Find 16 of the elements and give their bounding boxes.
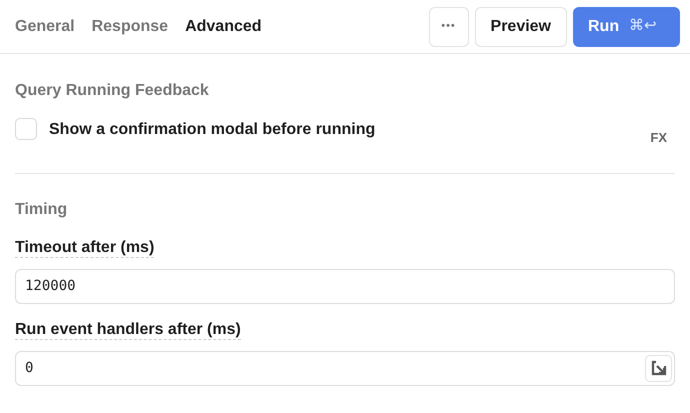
field-label: Timeout after (ms) — [15, 238, 154, 258]
tab[interactable]: Response — [92, 14, 168, 38]
checkbox[interactable] — [15, 118, 37, 140]
run-button[interactable]: Run ⌘↩ — [573, 6, 680, 46]
reset-icon[interactable] — [645, 354, 672, 382]
fx-label[interactable]: FX — [650, 128, 667, 148]
tab[interactable]: Advanced — [185, 14, 262, 38]
section-title: Query Running Feedback — [15, 81, 210, 101]
input-field[interactable]: 120000 — [15, 268, 675, 304]
field-label: Run event handlers after (ms) — [15, 320, 241, 340]
checkbox-label: Show a confirmation modal before running — [49, 120, 376, 140]
section-title: Timing — [15, 200, 68, 220]
tab[interactable]: General — [15, 14, 75, 38]
more-button[interactable]: ••• — [428, 6, 469, 46]
preview-button[interactable]: Preview — [474, 6, 567, 46]
input-field[interactable]: 0 — [15, 350, 675, 386]
